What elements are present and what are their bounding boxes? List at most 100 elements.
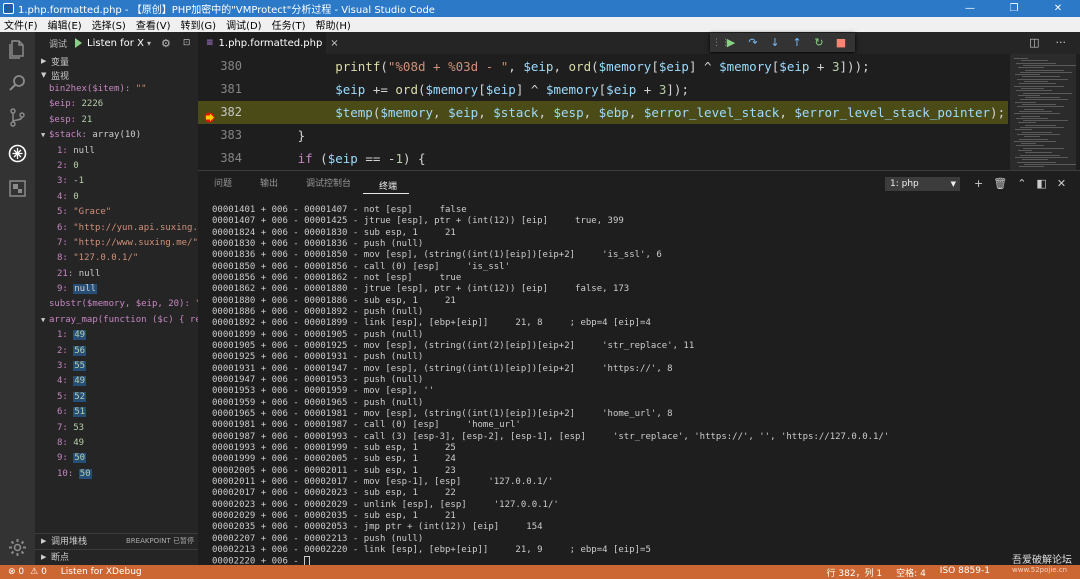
debug-console-icon[interactable]: ⊡ bbox=[183, 38, 191, 48]
watch-list: bin2hex($item): "" $eip: 2226 $esp: 21 ▼ $st… bbox=[35, 82, 198, 482]
stop-icon[interactable]: ■ bbox=[830, 36, 852, 49]
debug-session-status[interactable]: Listen for XDebug bbox=[61, 567, 142, 577]
watch-item[interactable]: 9: 50 bbox=[35, 451, 198, 466]
minimap-line bbox=[1021, 60, 1048, 62]
code-editor[interactable]: 380 printf("%08d + %03d - ", $eip, ord($m… bbox=[198, 54, 1080, 170]
terminal-output[interactable]: 00001401 + 006 - 00001407 - not [esp] fa… bbox=[212, 205, 1072, 568]
encoding[interactable]: ISO 8859-1 bbox=[940, 566, 990, 579]
trash-icon[interactable]: 🗑 bbox=[993, 177, 1007, 190]
menu-tasks[interactable]: 任务(T) bbox=[268, 17, 312, 32]
menu-edit[interactable]: 编辑(E) bbox=[44, 17, 88, 32]
chevron-up-icon[interactable]: ⌃ bbox=[1017, 177, 1026, 190]
code-token: $stack bbox=[493, 105, 539, 120]
continue-icon[interactable]: ▶ bbox=[720, 36, 742, 49]
errors-count[interactable]: ⊗ 0 bbox=[8, 567, 24, 577]
search-icon[interactable] bbox=[7, 73, 28, 94]
watch-item[interactable]: 9: null bbox=[35, 282, 198, 297]
chevron-down-icon[interactable]: ▼ bbox=[41, 313, 49, 328]
editor-actions: ◫ ··· bbox=[1029, 36, 1066, 49]
watch-item[interactable]: 7: 53 bbox=[35, 421, 198, 436]
menu-selection[interactable]: 选择(S) bbox=[88, 17, 132, 32]
tab-debug-console[interactable]: 调试控制台 bbox=[290, 171, 363, 197]
minimap-line bbox=[1024, 136, 1040, 138]
watch-item[interactable]: 1: 49 bbox=[35, 328, 198, 343]
cursor-position[interactable]: 行 382，列 1 bbox=[827, 566, 883, 579]
tab-problems[interactable]: 问题 bbox=[198, 171, 244, 197]
maximize-panel-icon[interactable]: ◧ bbox=[1036, 177, 1046, 190]
watch-item[interactable]: 5: "Grace" bbox=[35, 205, 198, 220]
watch-item[interactable]: 2: 56 bbox=[35, 344, 198, 359]
watch-item[interactable]: 5: 52 bbox=[35, 390, 198, 405]
minimize-button[interactable]: — bbox=[948, 3, 992, 14]
watch-item[interactable]: 21: null bbox=[35, 267, 198, 282]
watch-item[interactable]: ▼ $stack: array(10) bbox=[35, 128, 198, 143]
watch-item-name: 1: bbox=[57, 330, 68, 341]
watch-item[interactable]: 6: "http://yun.api.suxing.m… bbox=[35, 221, 198, 236]
chevron-down-icon[interactable]: ▼ bbox=[41, 128, 49, 143]
source-control-icon[interactable] bbox=[7, 107, 28, 128]
code-line[interactable]: 381 $eip += ord($memory[$eip] ^ $memory[$… bbox=[198, 78, 1008, 101]
terminal-select[interactable]: 1: php ▼ bbox=[885, 177, 960, 191]
split-editor-icon[interactable]: ◫ bbox=[1029, 36, 1039, 49]
extensions-icon[interactable] bbox=[7, 178, 28, 199]
step-over-icon[interactable]: ↷ bbox=[742, 36, 764, 49]
code-line[interactable]: 384 if ($eip == -1) { bbox=[198, 147, 1008, 170]
breakpoint-icon[interactable] bbox=[204, 107, 215, 123]
watch-item[interactable]: 7: "http://www.suxing.me/" bbox=[35, 236, 198, 251]
menu-view[interactable]: 查看(V) bbox=[132, 17, 177, 32]
code-token: "%08d + %03d - " bbox=[387, 59, 509, 74]
restart-icon[interactable]: ↻ bbox=[808, 36, 830, 49]
close-panel-icon[interactable]: ✕ bbox=[1057, 177, 1066, 190]
watch-item[interactable]: bin2hex($item): "" bbox=[35, 82, 198, 97]
watch-item[interactable]: 3: -1 bbox=[35, 174, 198, 189]
tab-php-file[interactable]: ≡ 1.php.formatted.php × bbox=[198, 32, 339, 54]
breakpoints-section-header[interactable]: ▶ 断点 bbox=[35, 549, 198, 563]
close-window-button[interactable]: ✕ bbox=[1036, 3, 1080, 14]
watch-item[interactable]: 8: 49 bbox=[35, 436, 198, 451]
maximize-button[interactable]: ❐ bbox=[992, 3, 1036, 14]
menu-goto[interactable]: 转到(G) bbox=[177, 17, 223, 32]
gear-icon[interactable]: ⚙ bbox=[161, 37, 171, 50]
code-line[interactable]: 383} bbox=[198, 124, 1008, 147]
callstack-section-header[interactable]: ▶ 调用堆栈 BREAKPOINT 已暂停 bbox=[35, 533, 198, 547]
watch-item-value: 0 bbox=[73, 191, 79, 202]
watch-item[interactable]: 3: 55 bbox=[35, 359, 198, 374]
drag-handle-icon[interactable]: ⋮⋮ bbox=[712, 38, 730, 48]
watch-item[interactable]: 2: 0 bbox=[35, 159, 198, 174]
watch-item[interactable]: 1: null bbox=[35, 144, 198, 159]
step-out-icon[interactable]: ↑ bbox=[786, 36, 808, 49]
menu-file[interactable]: 文件(F) bbox=[0, 17, 44, 32]
start-debugging-icon[interactable] bbox=[75, 38, 83, 48]
settings-gear-icon[interactable] bbox=[7, 537, 28, 558]
code-line[interactable]: 380 printf("%08d + %03d - ", $eip, ord($m… bbox=[198, 55, 1008, 78]
watch-item[interactable]: ▼ array_map(function ($c) { ret… bbox=[35, 313, 198, 328]
watch-item[interactable]: 8: "127.0.0.1/" bbox=[35, 251, 198, 266]
watch-item[interactable]: 6: 51 bbox=[35, 405, 198, 420]
debug-icon[interactable] bbox=[7, 143, 28, 164]
watch-item[interactable]: substr($memory, $eip, 20): "… bbox=[35, 297, 198, 312]
menu-debug[interactable]: 调试(D) bbox=[222, 17, 268, 32]
explorer-icon[interactable] bbox=[7, 38, 28, 59]
terminal-line: 00002029 + 006 - 00002035 - sub esp, 1 2… bbox=[212, 510, 456, 521]
menu-help[interactable]: 帮助(H) bbox=[312, 17, 357, 32]
current-line[interactable]: 382 $temp($memory, $eip, $stack, $esp, $e… bbox=[198, 101, 1008, 124]
new-terminal-icon[interactable]: + bbox=[974, 177, 983, 190]
watch-item[interactable]: 4: 0 bbox=[35, 190, 198, 205]
indentation[interactable]: 空格: 4 bbox=[896, 566, 926, 579]
watch-item[interactable]: $eip: 2226 bbox=[35, 97, 198, 112]
chevron-down-icon[interactable]: ▾ bbox=[147, 39, 151, 48]
tab-terminal[interactable]: 终端 bbox=[363, 174, 410, 194]
watch-item[interactable]: 4: 49 bbox=[35, 374, 198, 389]
close-tab-icon[interactable]: × bbox=[330, 38, 338, 49]
variables-section-header[interactable]: ▶ 变量 bbox=[35, 54, 198, 68]
watch-item[interactable]: $esp: 21 bbox=[35, 113, 198, 128]
watch-item-value: "127.0.0.1/" bbox=[73, 253, 139, 264]
warnings-count[interactable]: ⚠ 0 bbox=[30, 567, 47, 577]
launch-config-select[interactable]: Listen for X bbox=[87, 38, 144, 49]
step-into-icon[interactable]: ↓ bbox=[764, 36, 786, 49]
minimap[interactable] bbox=[1010, 54, 1076, 172]
tab-output[interactable]: 输出 bbox=[244, 171, 290, 197]
more-actions-icon[interactable]: ··· bbox=[1056, 36, 1067, 49]
watch-section-header[interactable]: ▼ 监视 bbox=[35, 68, 198, 82]
watch-item[interactable]: 10: 50 bbox=[35, 467, 198, 482]
